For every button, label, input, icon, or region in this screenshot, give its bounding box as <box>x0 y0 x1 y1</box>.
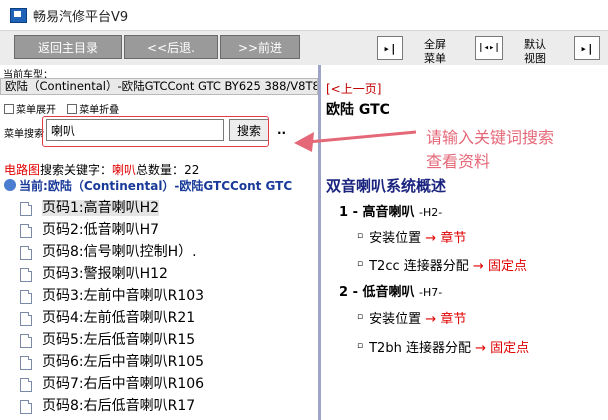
result-tree: 页码1:高音喇叭H2 页码2:低音喇叭H7 页码8:信号喇叭控制H）. 页码3:… <box>20 197 316 417</box>
link-row: ▫ 安装位置 → 章节 <box>357 308 466 327</box>
tree-item[interactable]: 页码1:高音喇叭H2 <box>20 197 316 219</box>
link-row: ▫ 安装位置 → 章节 <box>357 227 466 246</box>
link-row: ▫ T2bh 连接器分配 → 固定点 <box>357 337 529 356</box>
result-count: 22 <box>184 163 200 177</box>
document-icon <box>20 224 32 238</box>
chapter-link[interactable]: 章节 <box>440 231 466 246</box>
link-text: 安装位置 <box>369 312 422 327</box>
result-keyword: 喇叭 <box>112 163 137 177</box>
collapse-right-glyph: ▸| <box>580 41 594 55</box>
tree-item[interactable]: 页码3:左前中音喇叭R103 <box>20 285 316 307</box>
annotation-line-2: 查看资料 <box>426 152 491 171</box>
link-text: T2bh 连接器分配 <box>369 341 471 356</box>
tree-item[interactable]: 页码3:警报喇叭H12 <box>20 263 316 285</box>
search-label: 菜单搜索 <box>4 129 44 140</box>
document-icon <box>20 378 32 392</box>
car-type-value: 欧陆（Continental）-欧陆GTCCont GTC BY625 388/… <box>5 79 318 93</box>
arrow-right-icon: → <box>472 259 484 274</box>
search-highlight-box <box>42 116 269 147</box>
tree-item[interactable]: 页码4:左前低音喇叭R21 <box>20 307 316 329</box>
right-panel: 易汽车 [<上一页] 欧陆 GTC 请输入关键词搜索 查看资料 双音喇叭系统概述… <box>321 65 608 420</box>
bullet-icon: ▫ <box>357 231 364 241</box>
document-icon <box>20 290 32 304</box>
fixed-point-link[interactable]: 固定点 <box>490 341 529 356</box>
arrow-right-icon: → <box>475 341 486 356</box>
menu-collapse-label: 菜单折叠 <box>79 105 120 116</box>
arrow-right-icon: → <box>425 231 437 246</box>
model-title: 欧陆 GTC <box>326 102 390 118</box>
subsection-code: -H2- <box>419 206 443 219</box>
split-view-glyph: |◂▸| <box>478 43 500 53</box>
arrow-right-icon: → <box>425 312 437 327</box>
bullet-icon: ▫ <box>357 312 364 322</box>
tree-item[interactable]: 页码2:低音喇叭H7 <box>20 219 316 241</box>
link-row: ▫ T2cc 连接器分配 → 固定点 <box>357 255 527 274</box>
result-keyword-label: 搜索关键字： <box>40 163 113 177</box>
subsection-title: 1 - 高音喇叭 -H2- <box>339 201 442 220</box>
document-icon <box>20 246 32 260</box>
toolbar: 返回主目录 <<后退. >>前进 ▸| 全屏 菜单 |◂▸| 默认 视图 ▸| <box>0 31 608 65</box>
document-icon <box>20 268 32 282</box>
current-model-node[interactable]: 当前:欧陆（Continental）-欧陆GTCCont GTC <box>4 177 292 194</box>
title-bar: 畅易汽修平台V9 <box>0 0 608 31</box>
document-icon <box>20 202 32 216</box>
expand-right-glyph: ▸| <box>383 41 397 55</box>
menu-toggle-row: 菜单展开 菜单折叠 <box>4 101 127 116</box>
car-type-field: 欧陆（Continental）-欧陆GTCCont GTC BY625 388/… <box>0 78 318 95</box>
expand-icon <box>4 104 14 114</box>
menu-expand-toggle[interactable]: 菜单展开 <box>4 101 56 116</box>
globe-icon <box>4 179 16 191</box>
subsection-code: -H7- <box>419 286 443 299</box>
bullet-icon: ▫ <box>357 341 364 351</box>
annotation-line-1: 请输入关键词搜索 <box>426 128 555 147</box>
prev-page-link[interactable]: [<上一页] <box>326 80 381 97</box>
tree-item[interactable]: 页码6:左后中音喇叭R105 <box>20 351 316 373</box>
tree-item[interactable]: 页码7:右后中音喇叭R106 <box>20 373 316 395</box>
tree-item[interactable]: 页码8:信号喇叭控制H）. <box>20 241 316 263</box>
subsection-name: 1 - 高音喇叭 <box>339 205 415 220</box>
window-title: 畅易汽修平台V9 <box>33 10 129 25</box>
tree-item[interactable]: 页码5:左后低音喇叭R15 <box>20 329 316 351</box>
forward-button[interactable]: >>前进 <box>220 35 300 59</box>
subsection-name: 2 - 低音喇叭 <box>339 285 415 300</box>
link-text: 安装位置 <box>369 231 422 246</box>
current-prefix: 当前: <box>19 179 48 193</box>
result-category: 电路图 <box>4 163 41 177</box>
link-text: T2cc 连接器分配 <box>369 259 469 274</box>
document-icon <box>20 312 32 326</box>
search-more[interactable]: .. <box>277 123 286 137</box>
menu-collapse-toggle[interactable]: 菜单折叠 <box>67 101 119 116</box>
document-icon <box>20 356 32 370</box>
app-icon <box>10 8 27 23</box>
collapse-right-icon[interactable]: ▸| <box>574 36 600 60</box>
result-count-label: 总数量： <box>136 163 185 177</box>
search-result-summary: 电路图搜索关键字：喇叭总数量：22 <box>4 161 199 178</box>
split-view-icon[interactable]: |◂▸| <box>475 36 503 60</box>
annotation-arrow-icon <box>294 130 417 152</box>
back-to-main-button[interactable]: 返回主目录 <box>14 35 122 59</box>
left-panel: 当前车型： 欧陆（Continental）-欧陆GTCCont GTC BY62… <box>0 65 318 420</box>
collapse-icon <box>67 104 78 114</box>
fixed-point-link[interactable]: 固定点 <box>488 259 527 274</box>
default-view-label[interactable]: 默认 视图 <box>520 38 550 66</box>
section-title: 双音喇叭系统概述 <box>326 177 447 195</box>
document-icon <box>20 334 32 348</box>
expand-right-icon[interactable]: ▸| <box>377 36 403 60</box>
document-icon <box>20 400 32 414</box>
menu-expand-label: 菜单展开 <box>16 105 56 116</box>
back-button[interactable]: <<后退. <box>124 35 218 59</box>
current-model: 欧陆（Continental）-欧陆GTCCont GTC <box>47 179 293 193</box>
tree-item[interactable]: 页码8:右后低音喇叭R17 <box>20 395 316 417</box>
subsection-title: 2 - 低音喇叭 -H7- <box>339 281 442 300</box>
chapter-link[interactable]: 章节 <box>440 312 466 327</box>
annotation-callout: 请输入关键词搜索 查看资料 <box>426 126 554 174</box>
bullet-icon: ▫ <box>357 259 364 269</box>
fullscreen-menu-label[interactable]: 全屏 菜单 <box>420 38 450 66</box>
